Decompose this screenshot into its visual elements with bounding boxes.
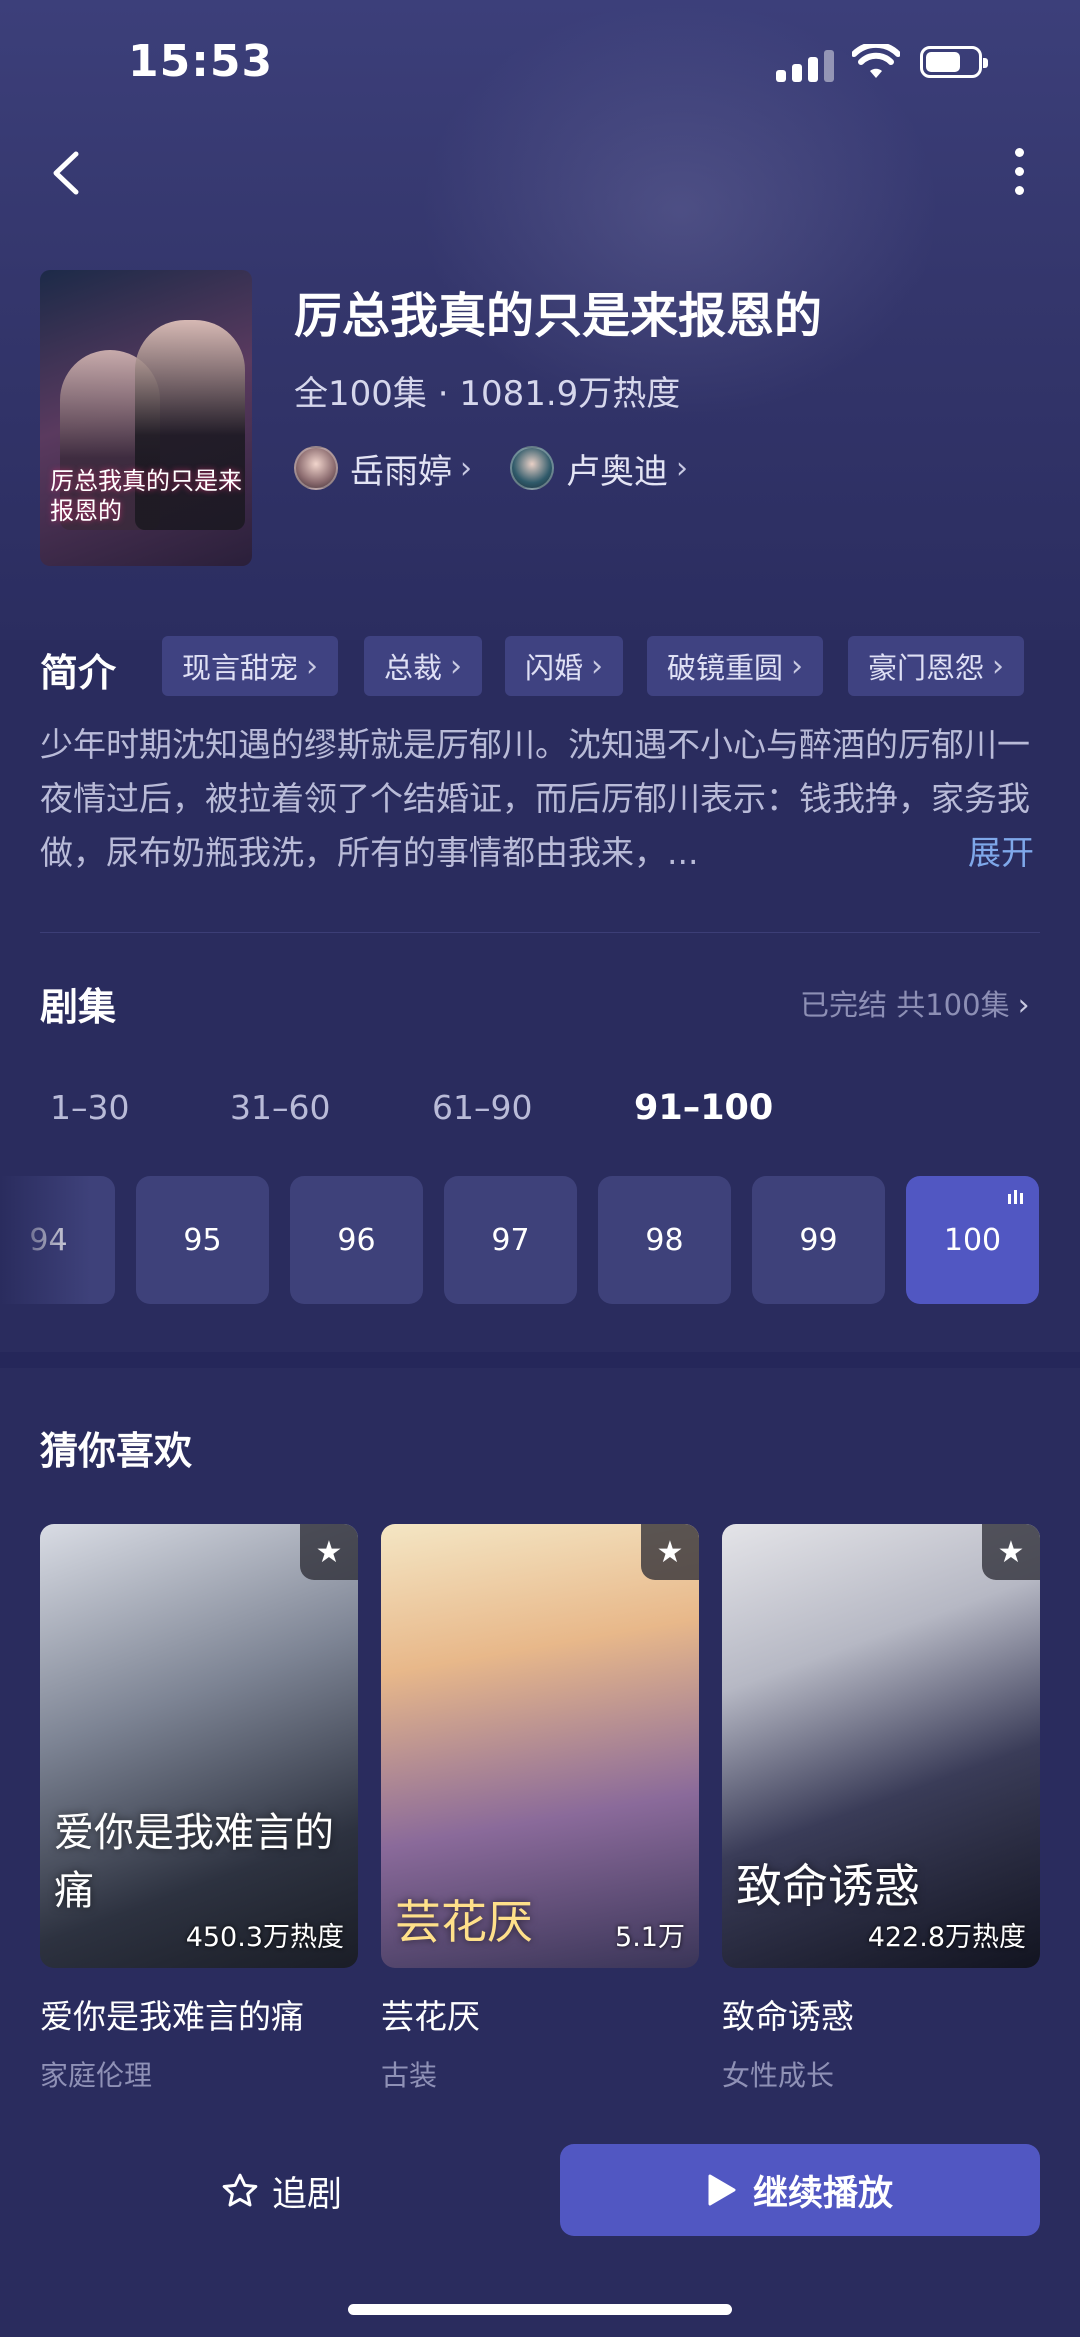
playing-indicator-icon xyxy=(1008,1190,1023,1204)
drama-poster: 厉总我真的只是来报恩的 xyxy=(40,270,252,566)
recommend-category: 女性成长 xyxy=(722,2059,835,2092)
recommend-title[interactable]: 致命诱惑 xyxy=(722,1990,854,2038)
tag-chip[interactable]: 破镜重圆 › xyxy=(647,636,824,696)
episode-button[interactable]: 98 xyxy=(598,1176,731,1304)
heat-label: 5.1万 xyxy=(615,1922,685,1953)
star-icon[interactable]: ★ xyxy=(641,1524,699,1580)
actor-name: 卢奥迪 xyxy=(566,451,668,492)
actor-name: 岳雨婷 xyxy=(350,451,452,492)
poster-title-art: 厉总我真的只是来报恩的 xyxy=(50,467,242,525)
chevron-right-icon: › xyxy=(791,648,804,684)
recommend-title[interactable]: 芸花厌 xyxy=(381,1990,480,2038)
cover-title-art: 致命诱惑 xyxy=(736,1859,920,1913)
play-label: 继续播放 xyxy=(752,2173,893,2214)
range-tab-active[interactable]: 91–100 xyxy=(634,1088,773,1128)
status-time: 15:53 xyxy=(128,36,274,87)
avatar xyxy=(510,446,554,490)
chevron-right-icon: › xyxy=(450,648,463,684)
description-text: 少年时期沈知遇的缪斯就是厉郁川。沈知遇不小心与醉酒的厉郁川一夜情过后，被拉着领了… xyxy=(40,725,1030,872)
actor-link[interactable]: 岳雨婷 › xyxy=(294,446,472,492)
episode-button[interactable]: 96 xyxy=(290,1176,423,1304)
episode-button[interactable]: 99 xyxy=(752,1176,885,1304)
recommend-heading: 猜你喜欢 xyxy=(40,1429,193,1473)
recommend-card[interactable]: ★ 芸花厌 5.1万 xyxy=(381,1524,699,1968)
avatar xyxy=(294,446,338,490)
signal-icon xyxy=(776,48,836,82)
section-separator xyxy=(0,1352,1080,1368)
episodes-heading: 剧集 xyxy=(40,985,117,1029)
chevron-right-icon: › xyxy=(1017,988,1030,1023)
range-tab[interactable]: 1–30 xyxy=(50,1088,130,1127)
range-tab[interactable]: 31–60 xyxy=(230,1088,330,1127)
recommend-card[interactable]: ★ 致命诱惑 422.8万热度 xyxy=(722,1524,1040,1968)
tag-chip[interactable]: 现言甜宠 › xyxy=(162,636,339,696)
star-outline-icon xyxy=(222,2173,258,2207)
star-icon[interactable]: ★ xyxy=(300,1524,358,1580)
episode-button-current[interactable]: 100 xyxy=(906,1176,1039,1304)
more-options-icon[interactable] xyxy=(1010,148,1028,200)
tag-label: 总裁 xyxy=(384,651,443,685)
tag-chip[interactable]: 豪门恩怨 › xyxy=(848,636,1025,696)
tag-label: 豪门恩怨 xyxy=(868,651,985,685)
chevron-right-icon: › xyxy=(591,648,604,684)
wifi-icon xyxy=(851,41,901,80)
continue-play-button[interactable]: 继续播放 xyxy=(560,2144,1040,2236)
actor-link[interactable]: 卢奥迪 › xyxy=(510,446,688,492)
recommend-category: 家庭伦理 xyxy=(40,2059,153,2092)
follow-label: 追剧 xyxy=(272,2174,343,2215)
follow-button[interactable]: 追剧 xyxy=(220,2166,342,2216)
recommend-title[interactable]: 爱你是我难言的痛 xyxy=(40,1990,304,2038)
episode-button[interactable]: 97 xyxy=(444,1176,577,1304)
divider xyxy=(40,932,1040,933)
recommend-card[interactable]: ★ 爱你是我难言的痛 450.3万热度 xyxy=(40,1524,358,1968)
play-icon xyxy=(708,2174,736,2206)
star-icon[interactable]: ★ xyxy=(982,1524,1040,1580)
home-indicator[interactable] xyxy=(348,2304,732,2315)
episode-button[interactable]: 95 xyxy=(136,1176,269,1304)
expand-link[interactable]: 展开 xyxy=(968,826,1034,874)
tag-label: 闪婚 xyxy=(525,651,584,685)
tag-chip[interactable]: 总裁 › xyxy=(364,636,483,696)
chevron-right-icon: › xyxy=(676,450,688,486)
tag-label: 现言甜宠 xyxy=(182,651,299,685)
drama-title: 厉总我真的只是来报恩的 xyxy=(294,288,823,344)
recommend-category: 古装 xyxy=(381,2059,438,2092)
heat-label: 450.3万热度 xyxy=(185,1922,344,1953)
chevron-right-icon: › xyxy=(306,648,319,684)
battery-icon xyxy=(920,46,988,78)
heat-label: 422.8万热度 xyxy=(867,1922,1026,1953)
chevron-right-icon: › xyxy=(460,450,472,486)
back-button[interactable] xyxy=(48,148,84,198)
episode-number: 100 xyxy=(943,1222,1002,1258)
cover-title-art: 爱你是我难言的痛 xyxy=(54,1810,334,1914)
episodes-status: 已完结 共100集 xyxy=(800,988,1010,1022)
intro-heading: 简介 xyxy=(40,651,117,695)
chevron-right-icon: › xyxy=(992,648,1005,684)
tag-chip[interactable]: 闪婚 › xyxy=(505,636,624,696)
scroll-fade xyxy=(0,1170,90,1310)
drama-meta: 全100集 · 1081.9万热度 xyxy=(294,374,681,414)
range-tab[interactable]: 61–90 xyxy=(432,1088,532,1127)
cover-title-art: 芸花厌 xyxy=(395,1895,533,1949)
episodes-status-link[interactable]: 已完结 共100集 › xyxy=(800,982,1030,1024)
tag-label: 破镜重圆 xyxy=(667,651,784,685)
